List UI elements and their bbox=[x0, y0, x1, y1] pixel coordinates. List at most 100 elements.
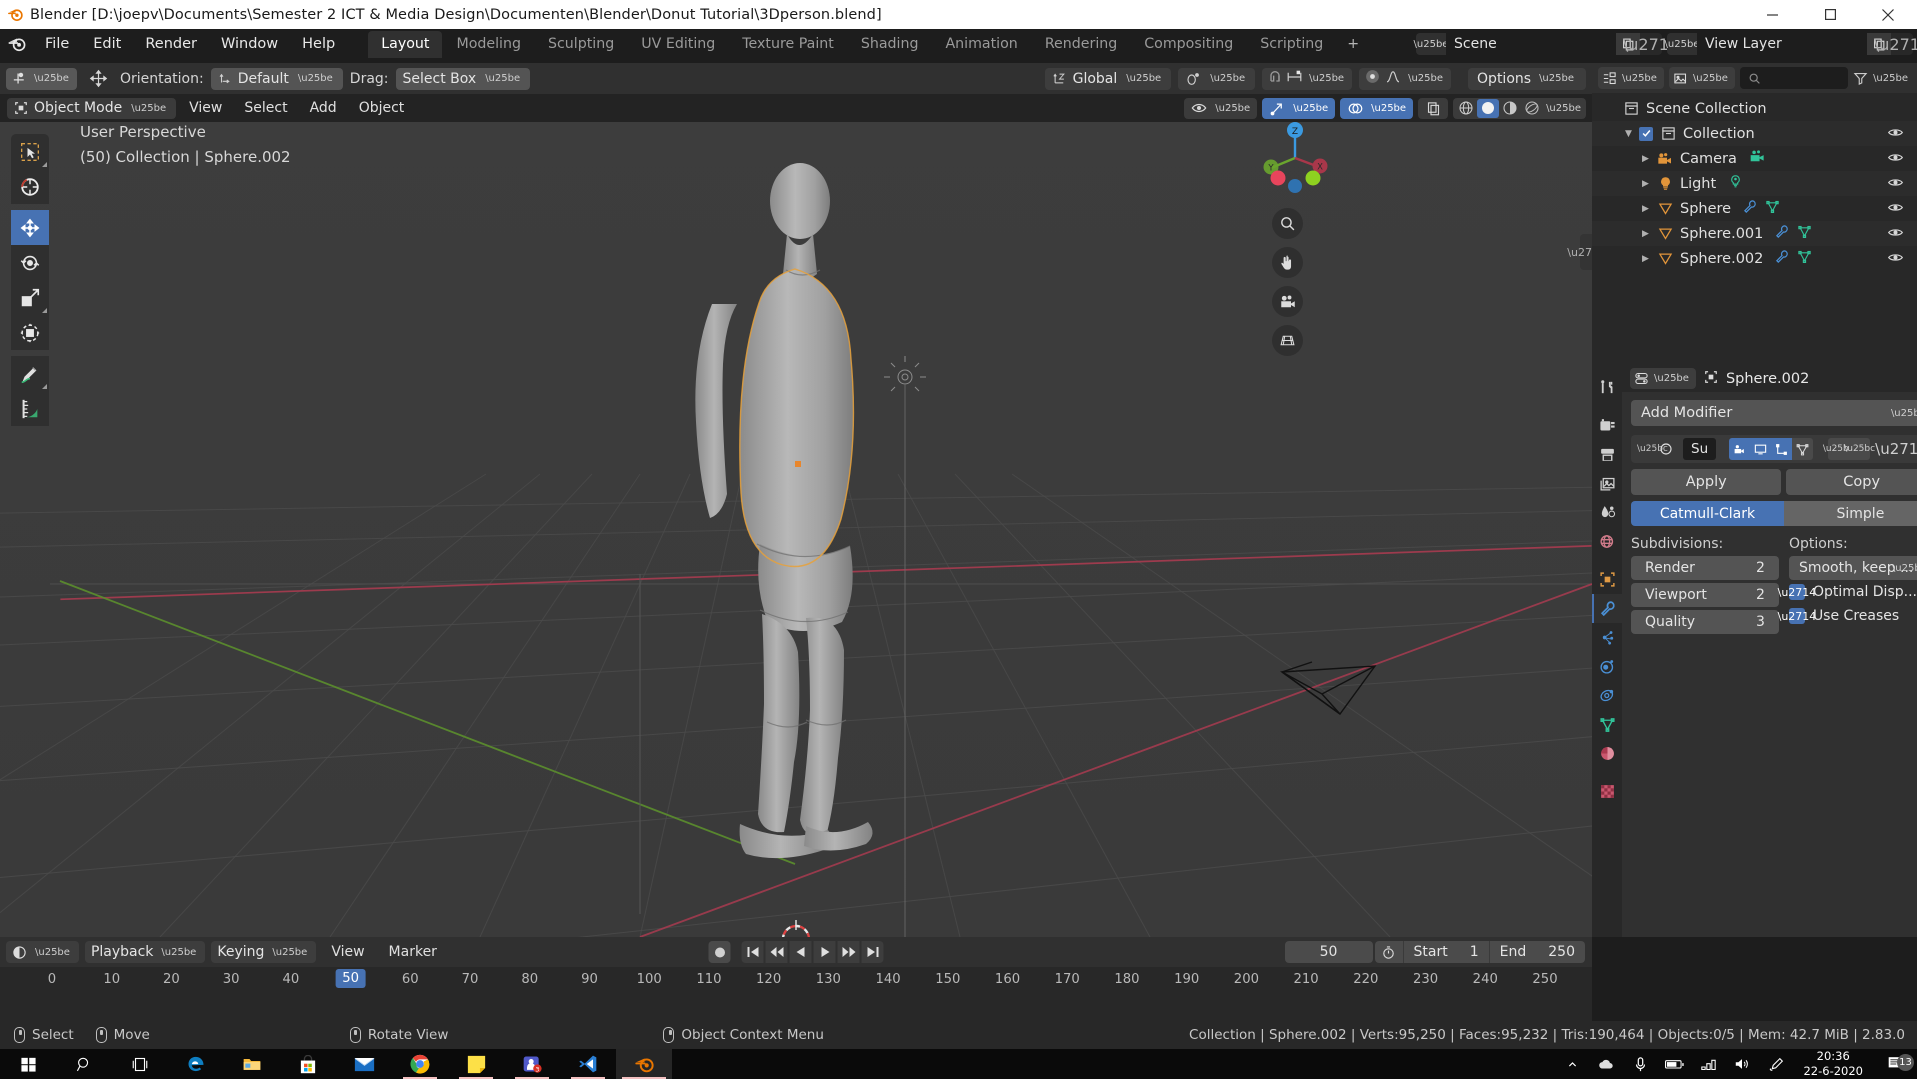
tab-texture-paint[interactable]: Texture Paint bbox=[729, 31, 847, 58]
modifier-icon[interactable] bbox=[1743, 199, 1758, 218]
scene-selector[interactable]: \u25be Scene \u2715 bbox=[1414, 33, 1679, 55]
hide-in-viewport-icon[interactable] bbox=[1887, 151, 1904, 167]
volume-icon[interactable] bbox=[1725, 1057, 1759, 1071]
tab-scripting[interactable]: Scripting bbox=[1247, 31, 1336, 58]
mesh-data-icon[interactable] bbox=[1797, 249, 1812, 268]
tab-compositing[interactable]: Compositing bbox=[1131, 31, 1246, 58]
properties-material-tab[interactable] bbox=[1592, 739, 1622, 768]
menu-file[interactable]: File bbox=[34, 33, 80, 55]
camera-view-icon[interactable] bbox=[1272, 286, 1303, 317]
light-data-icon[interactable] bbox=[1728, 174, 1743, 193]
catmull-clark-button[interactable]: Catmull-Clark bbox=[1631, 501, 1784, 526]
menu-window[interactable]: Window bbox=[210, 33, 289, 55]
current-frame-field[interactable]: 50 bbox=[1284, 941, 1373, 963]
expand-arrow-icon[interactable]: ▶ bbox=[1638, 204, 1653, 214]
mesh-data-icon[interactable] bbox=[1765, 199, 1780, 218]
vscode-icon[interactable] bbox=[560, 1049, 616, 1079]
mail-icon[interactable] bbox=[336, 1049, 392, 1079]
microphone-icon[interactable] bbox=[1623, 1056, 1657, 1072]
tab-animation[interactable]: Animation bbox=[932, 31, 1030, 58]
menu-render[interactable]: Render bbox=[134, 33, 208, 55]
view-layer-name-field[interactable]: View Layer bbox=[1697, 33, 1867, 55]
viewport-menu-object[interactable]: Object bbox=[350, 98, 414, 118]
outliner-row-camera[interactable]: ▶ Camera bbox=[1592, 146, 1917, 171]
active-tool-icon[interactable]: \u25be bbox=[6, 67, 77, 90]
hide-in-viewport-icon[interactable] bbox=[1887, 201, 1904, 217]
snap-magnet-icon[interactable] bbox=[1267, 69, 1283, 89]
viewport-options-button[interactable]: Options \u25be bbox=[1468, 67, 1586, 90]
show-gizmo-toggle[interactable]: \u25be bbox=[1262, 97, 1336, 119]
uv-smooth-dropdown[interactable]: Smooth, keep ... \u25be bbox=[1788, 556, 1917, 580]
scale-tool-button[interactable] bbox=[11, 280, 49, 315]
outliner-row-scene-collection[interactable]: Scene Collection bbox=[1592, 96, 1917, 121]
blender-icon[interactable] bbox=[616, 1049, 672, 1079]
modifier-icon[interactable] bbox=[1775, 224, 1790, 243]
viewport-menu-select[interactable]: Select bbox=[235, 98, 296, 118]
teams-icon[interactable]: 3 bbox=[504, 1049, 560, 1079]
properties-render-tab[interactable] bbox=[1592, 411, 1622, 440]
maximize-button[interactable] bbox=[1801, 0, 1859, 29]
battery-icon[interactable] bbox=[1657, 1059, 1691, 1070]
snap-dropdown[interactable]: \u25be bbox=[1262, 67, 1353, 90]
drag-dropdown[interactable]: Select Box \u25be bbox=[395, 67, 531, 90]
tweak-select-tool-button[interactable] bbox=[11, 134, 49, 169]
delete-scene-button[interactable]: \u2715 bbox=[1623, 33, 1679, 55]
collection-checkbox[interactable] bbox=[1639, 126, 1653, 141]
falloff-curve-icon[interactable] bbox=[1385, 69, 1401, 88]
proportional-editing-toggle-icon[interactable] bbox=[1364, 68, 1381, 89]
move-view-icon[interactable] bbox=[1272, 247, 1303, 278]
outliner-row-light[interactable]: ▶ Light bbox=[1592, 171, 1917, 196]
show-on-cage-toggle[interactable] bbox=[1792, 438, 1814, 460]
outliner-row-sphere-001[interactable]: ▶ Sphere.001 bbox=[1592, 221, 1917, 246]
show-in-render-toggle[interactable] bbox=[1729, 438, 1751, 460]
microsoft-store-icon[interactable] bbox=[280, 1049, 336, 1079]
outliner-row-sphere-002[interactable]: ▶ Sphere.002 bbox=[1592, 246, 1917, 271]
viewport-subdivisions-field[interactable]: Viewport 2 bbox=[1631, 583, 1779, 607]
interaction-mode-dropdown[interactable]: Object Mode \u25be bbox=[7, 97, 177, 119]
file-explorer-icon[interactable] bbox=[224, 1049, 280, 1079]
pivot-point-dropdown[interactable]: \u25be bbox=[1178, 67, 1256, 90]
mannequin-3d-model[interactable] bbox=[0, 94, 1592, 937]
end-frame-field[interactable]: End 250 bbox=[1488, 941, 1585, 963]
properties-object-data-tab[interactable] bbox=[1592, 710, 1622, 739]
pen-icon[interactable] bbox=[1759, 1057, 1793, 1072]
tab-shading[interactable]: Shading bbox=[848, 31, 932, 58]
measure-tool-button[interactable] bbox=[11, 391, 49, 426]
render-subdivisions-field[interactable]: Render 2 bbox=[1631, 556, 1779, 580]
show-in-edit-mode-toggle[interactable] bbox=[1771, 438, 1793, 460]
properties-output-tab[interactable] bbox=[1592, 440, 1622, 469]
expand-arrow-icon[interactable]: ▶ bbox=[1638, 254, 1653, 264]
properties-object-tab[interactable] bbox=[1592, 565, 1622, 594]
task-view-icon[interactable] bbox=[112, 1049, 168, 1079]
outliner-search-input[interactable] bbox=[1739, 67, 1849, 89]
optimal-display-checkbox[interactable]: \u2714 bbox=[1778, 584, 1816, 600]
simple-button[interactable]: Simple bbox=[1783, 501, 1917, 526]
material-preview-shading-icon[interactable] bbox=[1499, 99, 1521, 118]
view-layer-selector[interactable]: \u25be View Layer \u2715 bbox=[1665, 33, 1917, 55]
outliner-filter-icon[interactable]: \u25be bbox=[1853, 71, 1911, 86]
start-icon[interactable] bbox=[0, 1049, 56, 1079]
wireframe-shading-icon[interactable] bbox=[1455, 99, 1477, 118]
3d-viewport[interactable]: Object Mode \u25be View Select Add Objec… bbox=[0, 94, 1592, 937]
move-tool-button[interactable] bbox=[11, 210, 49, 245]
timeline-playhead[interactable]: 50 bbox=[335, 969, 366, 988]
transform-orientation-dropdown[interactable]: Global \u25be bbox=[1044, 67, 1172, 90]
modifier-name-field[interactable]: Su bbox=[1683, 438, 1717, 460]
properties-physics-tab[interactable] bbox=[1592, 652, 1622, 681]
hide-in-viewport-icon[interactable] bbox=[1887, 251, 1904, 267]
annotate-tool-button[interactable] bbox=[11, 356, 49, 391]
auto-keying-button[interactable] bbox=[708, 941, 731, 963]
notifications-icon[interactable]: 13 bbox=[1873, 1054, 1917, 1072]
tab-rendering[interactable]: Rendering bbox=[1032, 31, 1130, 58]
properties-world-tab[interactable] bbox=[1592, 527, 1622, 556]
expand-arrow-icon[interactable]: ▶ bbox=[1638, 179, 1653, 189]
add-workspace-button[interactable]: + bbox=[1337, 31, 1369, 57]
edge-icon[interactable] bbox=[168, 1049, 224, 1079]
cursor-tool-button[interactable] bbox=[11, 169, 49, 204]
delete-view-layer-button[interactable]: \u2715 bbox=[1874, 33, 1917, 55]
search-icon[interactable] bbox=[56, 1049, 112, 1079]
jump-to-next-keyframe-button[interactable] bbox=[837, 941, 860, 963]
expand-arrow-icon[interactable]: ▶ bbox=[1638, 229, 1653, 239]
properties-tool-tab[interactable] bbox=[1592, 373, 1622, 402]
timeline-ruler[interactable]: 0 10 20 30 40 50 60 70 80 90 100 110 120 130 140 150 160… bbox=[0, 967, 1592, 995]
